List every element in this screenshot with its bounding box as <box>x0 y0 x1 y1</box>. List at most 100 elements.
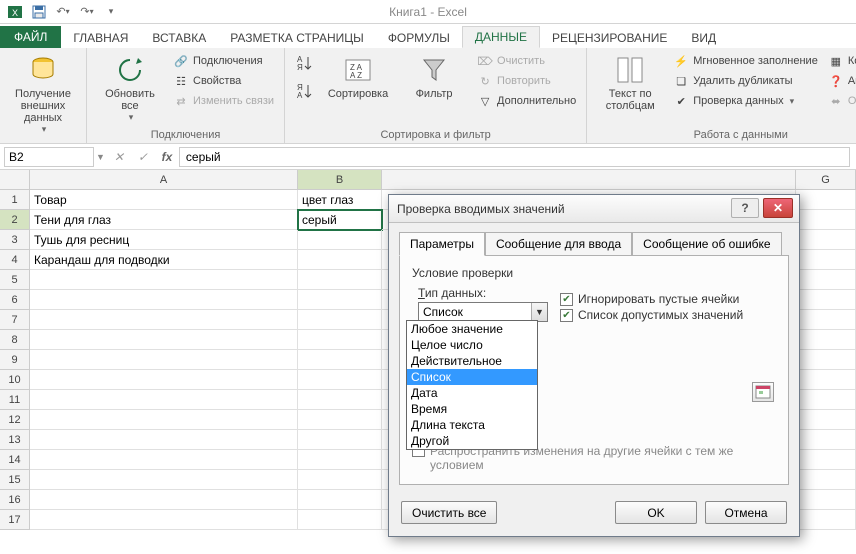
cell[interactable] <box>298 350 382 370</box>
cell[interactable] <box>796 430 856 450</box>
cell[interactable] <box>30 450 298 470</box>
cell[interactable] <box>298 230 382 250</box>
properties-button[interactable]: ☷Свойства <box>171 72 276 90</box>
row-header[interactable]: 15 <box>0 470 30 490</box>
dialog-close-button[interactable]: ✕ <box>763 198 793 218</box>
cell[interactable] <box>30 290 298 310</box>
col-header-a[interactable]: A <box>30 170 298 190</box>
fx-icon[interactable]: fx <box>157 147 177 167</box>
save-icon[interactable] <box>28 2 50 22</box>
cell[interactable] <box>298 390 382 410</box>
type-combo-input[interactable] <box>418 302 548 322</box>
consolidate-button[interactable]: ▦Консол <box>826 52 856 70</box>
clear-all-button[interactable]: Очистить все <box>401 501 497 524</box>
tab-file[interactable]: ФАЙЛ <box>0 26 61 48</box>
cell[interactable] <box>796 330 856 350</box>
enter-formula-icon[interactable]: ✓ <box>133 147 153 167</box>
tab-formulas[interactable]: ФОРМУЛЫ <box>376 28 462 48</box>
cell[interactable] <box>298 410 382 430</box>
list-dropdown-row[interactable]: ✔ Список допустимых значений <box>560 308 743 322</box>
cell[interactable] <box>796 450 856 470</box>
tab-insert[interactable]: ВСТАВКА <box>140 28 218 48</box>
row-header[interactable]: 8 <box>0 330 30 350</box>
row-header[interactable]: 17 <box>0 510 30 530</box>
type-option[interactable]: Действительное <box>407 353 537 369</box>
cell[interactable] <box>298 250 382 270</box>
cell[interactable] <box>298 490 382 510</box>
cell[interactable] <box>298 430 382 450</box>
tab-home[interactable]: ГЛАВНАЯ <box>61 28 140 48</box>
col-header-g[interactable]: G <box>796 170 856 190</box>
cell[interactable] <box>796 290 856 310</box>
sort-desc-button[interactable]: ЯA <box>293 80 317 102</box>
advanced-filter-button[interactable]: ▽Дополнительно <box>475 92 578 110</box>
cell[interactable] <box>796 510 856 530</box>
cell[interactable] <box>30 410 298 430</box>
row-header[interactable]: 10 <box>0 370 30 390</box>
row-header[interactable]: 5 <box>0 270 30 290</box>
cell[interactable] <box>796 310 856 330</box>
name-box[interactable] <box>4 147 94 167</box>
cell[interactable] <box>796 250 856 270</box>
row-header[interactable]: 4 <box>0 250 30 270</box>
refresh-all-button[interactable]: Обновить все <box>95 52 165 125</box>
tab-data[interactable]: ДАННЫЕ <box>462 26 540 48</box>
ignore-blank-row[interactable]: ✔ Игнорировать пустые ячейки <box>560 292 743 306</box>
namebox-dropdown-icon[interactable]: ▼ <box>96 152 105 162</box>
col-header-b[interactable]: B <box>298 170 382 190</box>
cell[interactable] <box>30 490 298 510</box>
cell[interactable]: Товар <box>30 190 298 210</box>
excel-icon[interactable]: X <box>4 2 26 22</box>
cell[interactable]: серый <box>298 210 382 230</box>
formula-bar[interactable] <box>179 147 850 167</box>
cancel-button[interactable]: Отмена <box>705 501 787 524</box>
cell[interactable] <box>796 470 856 490</box>
cell[interactable]: Тушь для ресниц <box>30 230 298 250</box>
cell[interactable] <box>298 270 382 290</box>
chevron-down-icon[interactable]: ▼ <box>531 303 547 321</box>
cell[interactable] <box>30 330 298 350</box>
ok-button[interactable]: OK <box>615 501 697 524</box>
cell[interactable] <box>298 370 382 390</box>
row-header[interactable]: 12 <box>0 410 30 430</box>
dialog-tab-input-msg[interactable]: Сообщение для ввода <box>485 232 632 256</box>
type-option[interactable]: Дата <box>407 385 537 401</box>
cell[interactable] <box>796 350 856 370</box>
row-header[interactable]: 7 <box>0 310 30 330</box>
cell[interactable] <box>796 370 856 390</box>
text-to-columns-button[interactable]: Текст по столбцам <box>595 52 665 114</box>
cell[interactable] <box>298 330 382 350</box>
type-option[interactable]: Список <box>407 369 537 385</box>
clear-filter-button[interactable]: ⌦Очистить <box>475 52 578 70</box>
undo-icon[interactable]: ↶▾ <box>52 2 74 22</box>
cell[interactable] <box>30 370 298 390</box>
cancel-formula-icon[interactable]: ✕ <box>109 147 129 167</box>
checkbox-checked-icon[interactable]: ✔ <box>560 293 573 306</box>
row-header[interactable]: 6 <box>0 290 30 310</box>
qat-customize-icon[interactable]: ▾ <box>100 2 122 22</box>
dialog-tab-error-msg[interactable]: Сообщение об ошибке <box>632 232 781 256</box>
row-header[interactable]: 2 <box>0 210 30 230</box>
connections-button[interactable]: 🔗Подключения <box>171 52 276 70</box>
cell[interactable] <box>796 490 856 510</box>
row-header[interactable]: 14 <box>0 450 30 470</box>
cell[interactable]: цвет глаз <box>298 190 382 210</box>
flash-fill-button[interactable]: ⚡Мгновенное заполнение <box>671 52 820 70</box>
cell[interactable]: Тени для глаз <box>30 210 298 230</box>
cell[interactable] <box>796 210 856 230</box>
cell[interactable] <box>796 190 856 210</box>
row-header[interactable]: 13 <box>0 430 30 450</box>
row-header[interactable]: 9 <box>0 350 30 370</box>
row-header[interactable]: 11 <box>0 390 30 410</box>
row-header[interactable]: 1 <box>0 190 30 210</box>
remove-duplicates-button[interactable]: ❏Удалить дубликаты <box>671 72 820 90</box>
cell[interactable] <box>30 470 298 490</box>
get-external-data-button[interactable]: Получение внешних данных <box>8 52 78 137</box>
tab-view[interactable]: ВИД <box>679 28 728 48</box>
cell[interactable] <box>796 410 856 430</box>
cell[interactable] <box>796 270 856 290</box>
range-picker-button[interactable] <box>752 382 774 402</box>
cell[interactable] <box>30 350 298 370</box>
sort-asc-button[interactable]: AЯ <box>293 52 317 74</box>
cell[interactable] <box>298 310 382 330</box>
